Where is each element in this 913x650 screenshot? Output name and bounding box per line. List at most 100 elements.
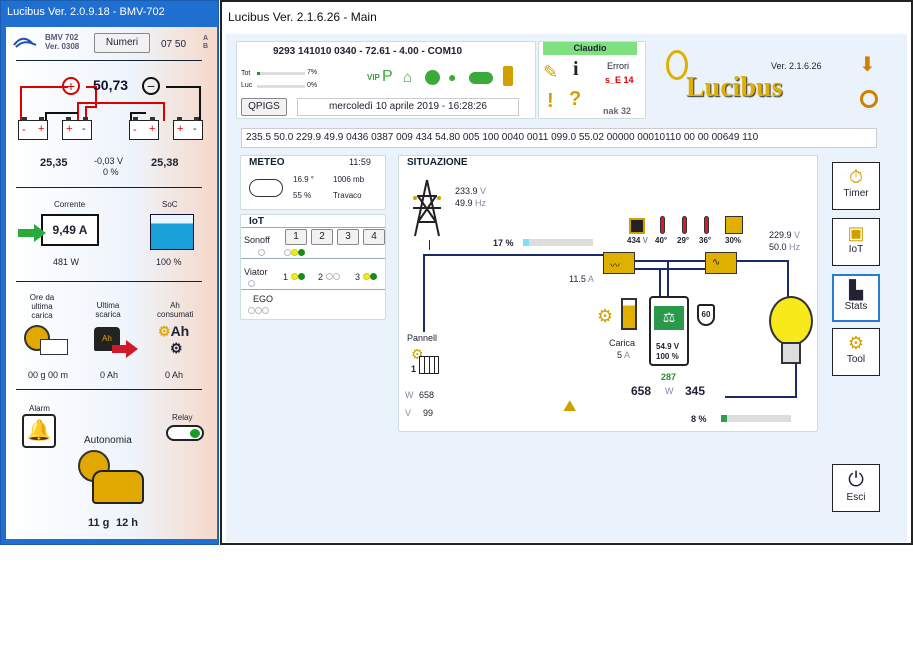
ultima-label: Ultima scarica: [95, 301, 121, 319]
temperature-2: 29°: [677, 236, 690, 245]
wire: [795, 360, 797, 398]
sonoff-label: Sonoff: [244, 235, 270, 245]
light-bulb-icon: [769, 296, 813, 346]
sonoff-status-dots: [258, 248, 305, 258]
iot-button[interactable]: ▣ IoT: [832, 218, 880, 266]
battery-charge-icon: [621, 298, 637, 330]
chip-iot-icon: ▣: [847, 223, 865, 243]
carica-current: 5 A: [617, 350, 631, 360]
soc-label: SoC: [162, 200, 178, 209]
pannell-count: 1: [411, 364, 417, 374]
timer-icon: ⏱: [848, 167, 864, 187]
viator-1: 1: [283, 272, 305, 282]
mountain-flag-icon[interactable]: ⛰: [563, 398, 576, 416]
timer-button[interactable]: ⏱ Timer: [832, 162, 880, 210]
load-percent-bar: [721, 415, 791, 422]
bmv-window: Lucibus Ver. 2.0.9.18 - BMV-702 BMV 702 …: [0, 0, 219, 545]
cloud-icon[interactable]: [469, 72, 493, 84]
ore-value: 00 g 00 m: [28, 370, 69, 380]
relay-label: Relay: [172, 413, 193, 422]
main-battery-icon[interactable]: ⚖ 54.9 V 100 %: [649, 296, 689, 366]
arrow-in-icon: [18, 224, 46, 242]
main-title: Lucibus Ver. 2.1.6.26 - Main: [222, 2, 911, 32]
battery-3-icon: - +: [129, 117, 159, 140]
pv-percent: 17 %: [493, 238, 514, 248]
load-percent: 8 %: [691, 414, 707, 424]
ultima-value: 0 Ah: [100, 370, 119, 380]
tool-icon: ⚙: [847, 333, 865, 353]
chip-icon: [629, 218, 645, 234]
gears-icon: ⚙Ah ⚙: [158, 323, 190, 356]
alarm-bell-button[interactable]: 🔔: [22, 414, 56, 448]
wire: [635, 268, 705, 270]
errori-label: Errori: [607, 61, 629, 71]
victron-logo-icon: [13, 37, 37, 48]
header-line: 9293 141010 0340 - 72.61 - 4.00 - COM10: [273, 46, 463, 57]
wire: [429, 240, 430, 250]
sonoff-button-1[interactable]: 1: [285, 229, 307, 245]
sonoff-button-3[interactable]: 3: [337, 229, 359, 245]
bulb-logo-icon: [666, 50, 688, 80]
wire: [737, 260, 787, 262]
pv-volt: 99: [423, 408, 434, 418]
globe-icon[interactable]: [425, 70, 440, 85]
logo-text: Lucibus: [686, 72, 783, 103]
device-name: BMV 702: [45, 33, 79, 42]
battery-left-voltage: 25,35: [40, 157, 68, 169]
fan-icon: [725, 216, 743, 234]
minus-terminal-icon: −: [142, 77, 160, 95]
divider: [16, 187, 202, 188]
serial-port-icon[interactable]: [503, 66, 513, 86]
viator-3: 3: [355, 272, 377, 282]
main-client: 9293 141010 0340 - 72.61 - 4.00 - COM10 …: [226, 34, 907, 542]
esci-button[interactable]: ⏻ Esci: [832, 464, 880, 512]
battery-number: 287: [661, 372, 677, 382]
ego-dots: [248, 306, 269, 316]
exclamation-icon[interactable]: !: [547, 90, 554, 113]
iot-pane: IoT Sonoff 1 2 3 4 Viator 1 2 3 EGO: [240, 214, 386, 320]
divider: [241, 258, 385, 259]
parking-icon[interactable]: P: [382, 68, 393, 86]
pv-volt-unit: V: [405, 408, 412, 418]
numeri-button[interactable]: Numeri: [94, 33, 150, 53]
tool-button[interactable]: ⚙ Tool: [832, 328, 880, 376]
pv-watt-unit: W: [405, 390, 414, 400]
thermometer-3-icon: [704, 216, 709, 234]
relay-toggle[interactable]: [166, 425, 204, 441]
alarm-label: Alarm: [29, 404, 50, 413]
nak-count: nak 32: [603, 106, 632, 116]
wire: [423, 254, 425, 332]
datetime-display: mercoledì 10 aprile 2019 - 16:28:26: [297, 98, 519, 116]
home-icon[interactable]: ⌂: [403, 69, 412, 86]
ego-label: EGO: [253, 294, 274, 304]
plus-terminal-icon: +: [62, 77, 80, 95]
shield-icon: 60: [697, 304, 715, 326]
stats-button[interactable]: ▙ Stats: [832, 274, 880, 322]
bmv-clock: 07 50: [161, 39, 187, 50]
meteo-time: 11:59: [349, 157, 371, 167]
main-window: Lucibus Ver. 2.1.6.26 - Main 9293 141010…: [220, 0, 913, 545]
meteo-label: METEO: [249, 157, 285, 168]
search-icon[interactable]: [860, 90, 878, 108]
ah-label: Ah consumati: [157, 301, 194, 319]
mppt-charger-icon[interactable]: 〰: [603, 252, 635, 274]
wire: [423, 254, 603, 256]
wrench-icon[interactable]: ✎: [543, 62, 558, 83]
vip-icon[interactable]: VIP: [367, 73, 380, 82]
battery-2-icon: + -: [62, 117, 92, 140]
viator-2: 2: [318, 272, 340, 282]
logo-version: Ver. 2.1.6.26: [771, 61, 822, 71]
info-icon[interactable]: i: [573, 58, 579, 81]
sonoff-button-2[interactable]: 2: [311, 229, 333, 245]
question-icon[interactable]: ?: [569, 88, 581, 111]
thermometer-1-icon: [660, 216, 665, 234]
tot-bar: [257, 72, 305, 75]
inverter-icon[interactable]: ∿: [705, 252, 737, 274]
download-icon[interactable]: ⬇: [859, 52, 876, 77]
divider: [241, 289, 385, 290]
meteo-humidity: 55 %: [293, 191, 312, 200]
pv-current: 11.5 A: [569, 274, 594, 284]
user-icon[interactable]: ●: [448, 69, 456, 85]
qpigs-button[interactable]: QPIGS: [241, 98, 287, 116]
sonoff-button-4[interactable]: 4: [363, 229, 385, 245]
